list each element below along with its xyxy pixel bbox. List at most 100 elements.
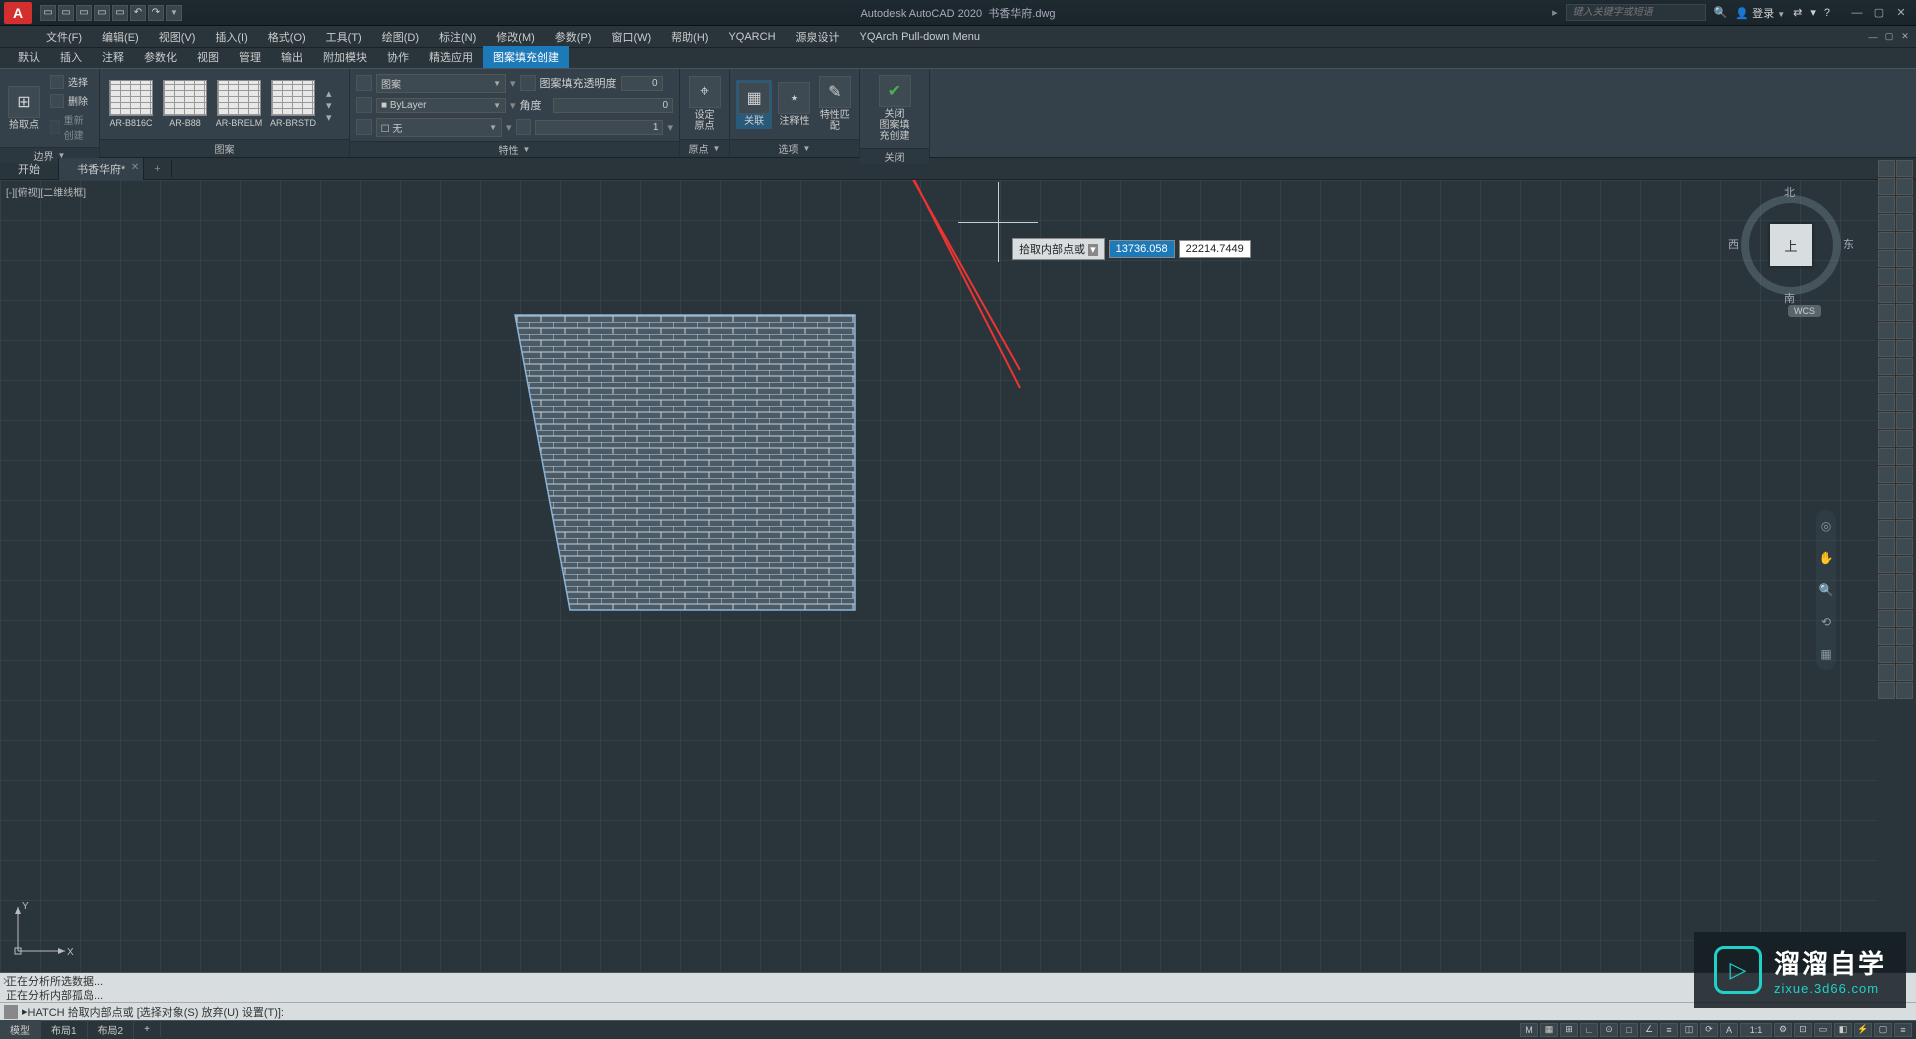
status-transparency-icon[interactable]: ◫ — [1680, 1023, 1698, 1037]
app-store-icon[interactable]: ▾ — [1810, 6, 1816, 19]
palette-tool-icon[interactable] — [1878, 628, 1895, 645]
palette-tool-icon[interactable] — [1896, 538, 1913, 555]
ribtab-default[interactable]: 默认 — [8, 46, 50, 68]
qat-redo-icon[interactable]: ↷ — [148, 5, 164, 21]
set-origin-button[interactable]: ⌖ 设定原点 — [686, 74, 723, 134]
nav-orbit-icon[interactable]: ⟲ — [1818, 614, 1834, 630]
dynamic-input-y[interactable]: 22214.7449 — [1179, 240, 1251, 258]
palette-tool-icon[interactable] — [1878, 358, 1895, 375]
viewcube[interactable]: 上 北 南 东 西 — [1736, 190, 1846, 300]
palette-tool-icon[interactable] — [1878, 484, 1895, 501]
status-tab-add[interactable]: + — [134, 1022, 161, 1037]
palette-tool-icon[interactable] — [1896, 358, 1913, 375]
pattern-ar-b88[interactable]: AR-B88 — [160, 80, 210, 128]
status-custom-icon[interactable]: ≡ — [1894, 1023, 1912, 1037]
menu-modify[interactable]: 修改(M) — [486, 26, 545, 48]
pattern-scroll-down-icon[interactable]: ▾ — [326, 99, 338, 109]
status-tab-model[interactable]: 模型 — [0, 1020, 41, 1039]
qat-saveas-icon[interactable]: ▭ — [94, 5, 110, 21]
recreate-boundary-button[interactable]: 重新创建 — [46, 111, 93, 143]
palette-tool-icon[interactable] — [1878, 664, 1895, 681]
ribtab-manage[interactable]: 管理 — [229, 46, 271, 68]
palette-tool-icon[interactable] — [1896, 664, 1913, 681]
palette-tool-icon[interactable] — [1878, 160, 1895, 177]
command-close-icon[interactable]: ✕ — [2, 975, 14, 987]
status-model-icon[interactable]: M — [1520, 1023, 1538, 1037]
palette-tool-icon[interactable] — [1896, 250, 1913, 267]
palette-tool-icon[interactable] — [1896, 448, 1913, 465]
menu-draw[interactable]: 绘图(D) — [372, 26, 429, 48]
palette-tool-icon[interactable] — [1896, 232, 1913, 249]
palette-tool-icon[interactable] — [1878, 502, 1895, 519]
select-boundary-button[interactable]: 选择 — [46, 73, 93, 90]
status-gear-icon[interactable]: ⚙ — [1774, 1023, 1792, 1037]
angle-value[interactable]: 0 — [553, 98, 673, 113]
palette-tool-icon[interactable] — [1878, 214, 1895, 231]
palette-tool-icon[interactable] — [1878, 574, 1895, 591]
palette-tool-icon[interactable] — [1896, 286, 1913, 303]
palette-tool-icon[interactable] — [1878, 178, 1895, 195]
maximize-button[interactable]: ▢ — [1870, 6, 1888, 20]
minimize-button[interactable]: — — [1848, 6, 1866, 20]
status-lineweight-icon[interactable]: ≡ — [1660, 1023, 1678, 1037]
menu-tools[interactable]: 工具(T) — [316, 26, 372, 48]
palette-tool-icon[interactable] — [1878, 646, 1895, 663]
close-hatch-button[interactable]: ✔ 关闭图案填充创建 — [876, 73, 914, 144]
panel-title-origin[interactable]: 原点 ▼ — [680, 139, 729, 157]
viewcube-north[interactable]: 北 — [1784, 184, 1795, 200]
hatch-type-dropdown[interactable]: 图案▼ — [376, 74, 506, 93]
qat-more-icon[interactable]: ▼ — [166, 5, 182, 21]
menu-yqarch-pulldown[interactable]: YQArch Pull-down Menu — [850, 28, 990, 46]
palette-tool-icon[interactable] — [1896, 412, 1913, 429]
palette-tool-icon[interactable] — [1896, 196, 1913, 213]
palette-tool-icon[interactable] — [1896, 304, 1913, 321]
exchange-icon[interactable]: ⇄ — [1793, 6, 1802, 19]
qat-undo-icon[interactable]: ↶ — [130, 5, 146, 21]
ribtab-parametric[interactable]: 参数化 — [134, 46, 187, 68]
menu-file[interactable]: 文件(F) — [36, 26, 92, 48]
palette-tool-icon[interactable] — [1896, 322, 1913, 339]
status-clean-icon[interactable]: ▢ — [1874, 1023, 1892, 1037]
palette-tool-icon[interactable] — [1896, 520, 1913, 537]
pick-points-button[interactable]: ⊞ 拾取点 — [6, 84, 42, 133]
palette-tool-icon[interactable] — [1896, 268, 1913, 285]
palette-tool-icon[interactable] — [1878, 610, 1895, 627]
command-input[interactable]: ▸ HATCH 拾取内部点或 [选择对象(S) 放弃(U) 设置(T)]: — [0, 1002, 1916, 1020]
palette-tool-icon[interactable] — [1896, 592, 1913, 609]
ribtab-hatch-creation[interactable]: 图案填充创建 — [483, 46, 569, 68]
palette-tool-icon[interactable] — [1896, 682, 1913, 699]
doc-restore-button[interactable]: ▢ — [1882, 31, 1896, 43]
palette-tool-icon[interactable] — [1878, 520, 1895, 537]
menu-window[interactable]: 窗口(W) — [601, 26, 661, 48]
palette-tool-icon[interactable] — [1896, 160, 1913, 177]
status-cycling-icon[interactable]: ⟳ — [1700, 1023, 1718, 1037]
ribtab-view[interactable]: 视图 — [187, 46, 229, 68]
menu-yqarch[interactable]: YQARCH — [718, 28, 785, 46]
doc-minimize-button[interactable]: — — [1866, 31, 1880, 43]
viewcube-west[interactable]: 西 — [1728, 236, 1739, 252]
filetab-document[interactable]: 书香华府*✕ — [59, 158, 144, 180]
palette-tool-icon[interactable] — [1896, 610, 1913, 627]
palette-tool-icon[interactable] — [1896, 466, 1913, 483]
palette-tool-icon[interactable] — [1896, 484, 1913, 501]
palette-tool-icon[interactable] — [1896, 340, 1913, 357]
palette-tool-icon[interactable] — [1896, 376, 1913, 393]
ribtab-output[interactable]: 输出 — [271, 46, 313, 68]
palette-tool-icon[interactable] — [1878, 412, 1895, 429]
palette-tool-icon[interactable] — [1896, 178, 1913, 195]
transparency-value[interactable]: 0 — [621, 76, 663, 91]
match-properties-button[interactable]: ✎ 特性匹配 — [817, 74, 853, 134]
menu-dimension[interactable]: 标注(N) — [429, 26, 486, 48]
doc-close-button[interactable]: ✕ — [1898, 31, 1912, 43]
app-logo[interactable]: A — [4, 2, 32, 24]
menu-parametric[interactable]: 参数(P) — [545, 26, 602, 48]
palette-tool-icon[interactable] — [1896, 646, 1913, 663]
palette-tool-icon[interactable] — [1878, 448, 1895, 465]
filetab-new[interactable]: + — [144, 160, 171, 178]
status-osnap-icon[interactable]: □ — [1620, 1023, 1638, 1037]
menu-format[interactable]: 格式(O) — [258, 26, 316, 48]
nav-pan-icon[interactable]: ✋ — [1818, 550, 1834, 566]
delete-boundary-button[interactable]: 删除 — [46, 92, 93, 109]
palette-tool-icon[interactable] — [1878, 430, 1895, 447]
panel-title-options[interactable]: 选项 ▼ — [730, 139, 859, 157]
